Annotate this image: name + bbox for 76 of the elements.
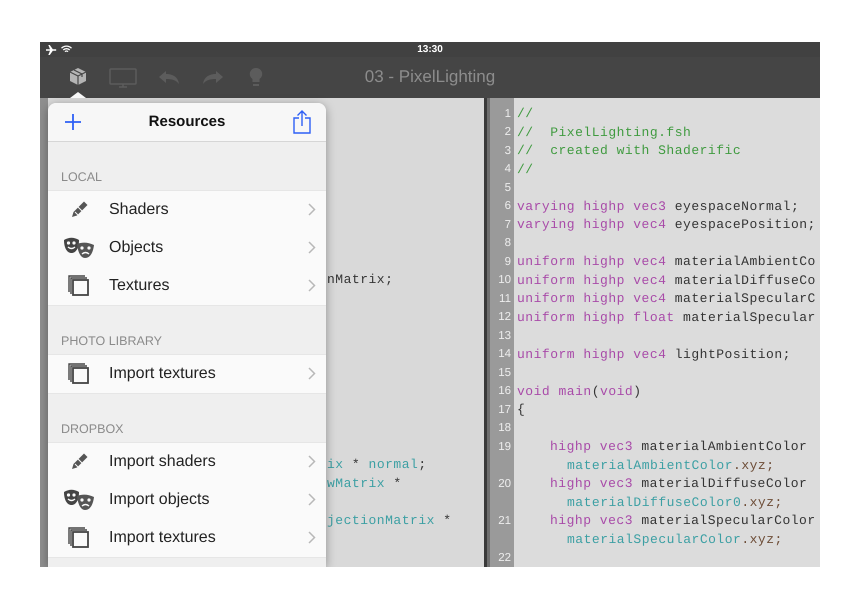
code-line: varying highp vec3 eyespaceNormal; xyxy=(517,198,800,214)
line-number: 1 xyxy=(504,108,512,120)
chevron-icon xyxy=(308,279,316,292)
chevron-icon xyxy=(308,367,316,380)
line-number: 13 xyxy=(497,330,512,342)
code-line: materialSpecularColor.xyz; xyxy=(567,532,783,547)
line-number: 2 xyxy=(504,126,512,138)
line-number: 17 xyxy=(497,404,512,416)
code-line: materialAmbientColor.xyz; xyxy=(567,458,775,473)
code-line: // created with Shaderific xyxy=(517,143,742,158)
line-number: 19 xyxy=(497,440,512,453)
menu-item[interactable]: Import textures xyxy=(48,518,326,556)
line-number: 10 xyxy=(497,274,512,286)
menu-item[interactable]: Textures xyxy=(48,266,326,304)
code-line: wMatrix * xyxy=(327,476,402,491)
code-line: ix * normal; xyxy=(327,457,427,472)
airplane-icon xyxy=(46,44,57,55)
chevron-icon xyxy=(308,241,316,254)
line-number: 7 xyxy=(504,218,512,231)
line-number: 5 xyxy=(504,182,512,194)
pencil-icon xyxy=(69,200,89,220)
wifi-icon xyxy=(61,45,72,54)
menu-item[interactable]: Import shaders xyxy=(48,442,326,480)
line-number: 12 xyxy=(497,311,512,324)
line-number: 16 xyxy=(497,385,512,398)
stacked-pages-icon xyxy=(68,526,90,548)
add-button[interactable] xyxy=(64,112,82,130)
share-button[interactable] xyxy=(292,110,312,134)
code-line: uniform highp vec4 lightPosition; xyxy=(517,346,791,362)
line-number: 9 xyxy=(504,256,512,268)
theater-masks-icon xyxy=(63,488,95,510)
document-title: 03 - PixelLighting xyxy=(364,67,496,88)
code-line: { xyxy=(517,402,526,418)
chevron-icon xyxy=(308,455,316,468)
line-number: 20 xyxy=(497,478,512,490)
line-number: 21 xyxy=(497,514,512,527)
popover-title: Resources xyxy=(148,113,226,130)
code-line: nMatrix; xyxy=(327,272,394,288)
stacked-pages-icon xyxy=(68,274,90,296)
chevron-icon xyxy=(308,531,316,544)
line-number: 4 xyxy=(504,163,512,176)
code-line: materialDiffuseColor0.xyz; xyxy=(567,494,783,510)
section-header: PHOTO LIBRARY xyxy=(61,334,162,348)
menu-item[interactable]: Import textures xyxy=(48,354,326,392)
code-line: jectionMatrix * xyxy=(327,512,452,528)
line-number: 8 xyxy=(504,237,512,250)
line-number: 15 xyxy=(497,366,512,379)
code-line: // PixelLighting.fsh xyxy=(517,124,692,140)
code-line: varying highp vec4 eyespacePosition; xyxy=(517,217,816,232)
pencil-icon xyxy=(69,452,89,472)
code-line: uniform highp vec4 materialAmbientCo xyxy=(517,254,816,270)
chevron-icon xyxy=(308,203,316,216)
code-line: void main(void) xyxy=(517,384,642,399)
line-number: 3 xyxy=(504,144,512,157)
menu-item[interactable]: Import objects xyxy=(48,480,326,518)
section-header: LOCAL xyxy=(61,170,102,184)
menu-item[interactable]: Objects xyxy=(48,228,326,266)
code-line: uniform highp float materialSpecular xyxy=(517,310,816,325)
code-line: highp vec3 materialAmbientColor xyxy=(550,439,808,454)
code-line: uniform highp vec4 materialDiffuseCo xyxy=(517,272,816,288)
code-line: // xyxy=(517,162,534,177)
section-header: DROPBOX xyxy=(61,422,124,436)
menu-item[interactable]: Shaders xyxy=(48,190,326,228)
line-number: 14 xyxy=(497,348,512,360)
code-line: highp vec3 materialSpecularColor xyxy=(550,513,816,528)
status-time: 13:30 xyxy=(417,44,443,56)
line-number: 11 xyxy=(498,292,512,305)
line-number: 22 xyxy=(497,552,512,564)
code-line: highp vec3 materialDiffuseColor xyxy=(550,476,808,492)
line-number: 18 xyxy=(497,422,512,434)
theater-masks-icon xyxy=(63,236,95,258)
code-line: // xyxy=(517,106,534,122)
stacked-pages-icon xyxy=(68,362,90,384)
line-number: 6 xyxy=(504,200,512,212)
chevron-icon xyxy=(308,493,316,506)
code-line: uniform highp vec4 materialSpecularC xyxy=(517,291,816,306)
